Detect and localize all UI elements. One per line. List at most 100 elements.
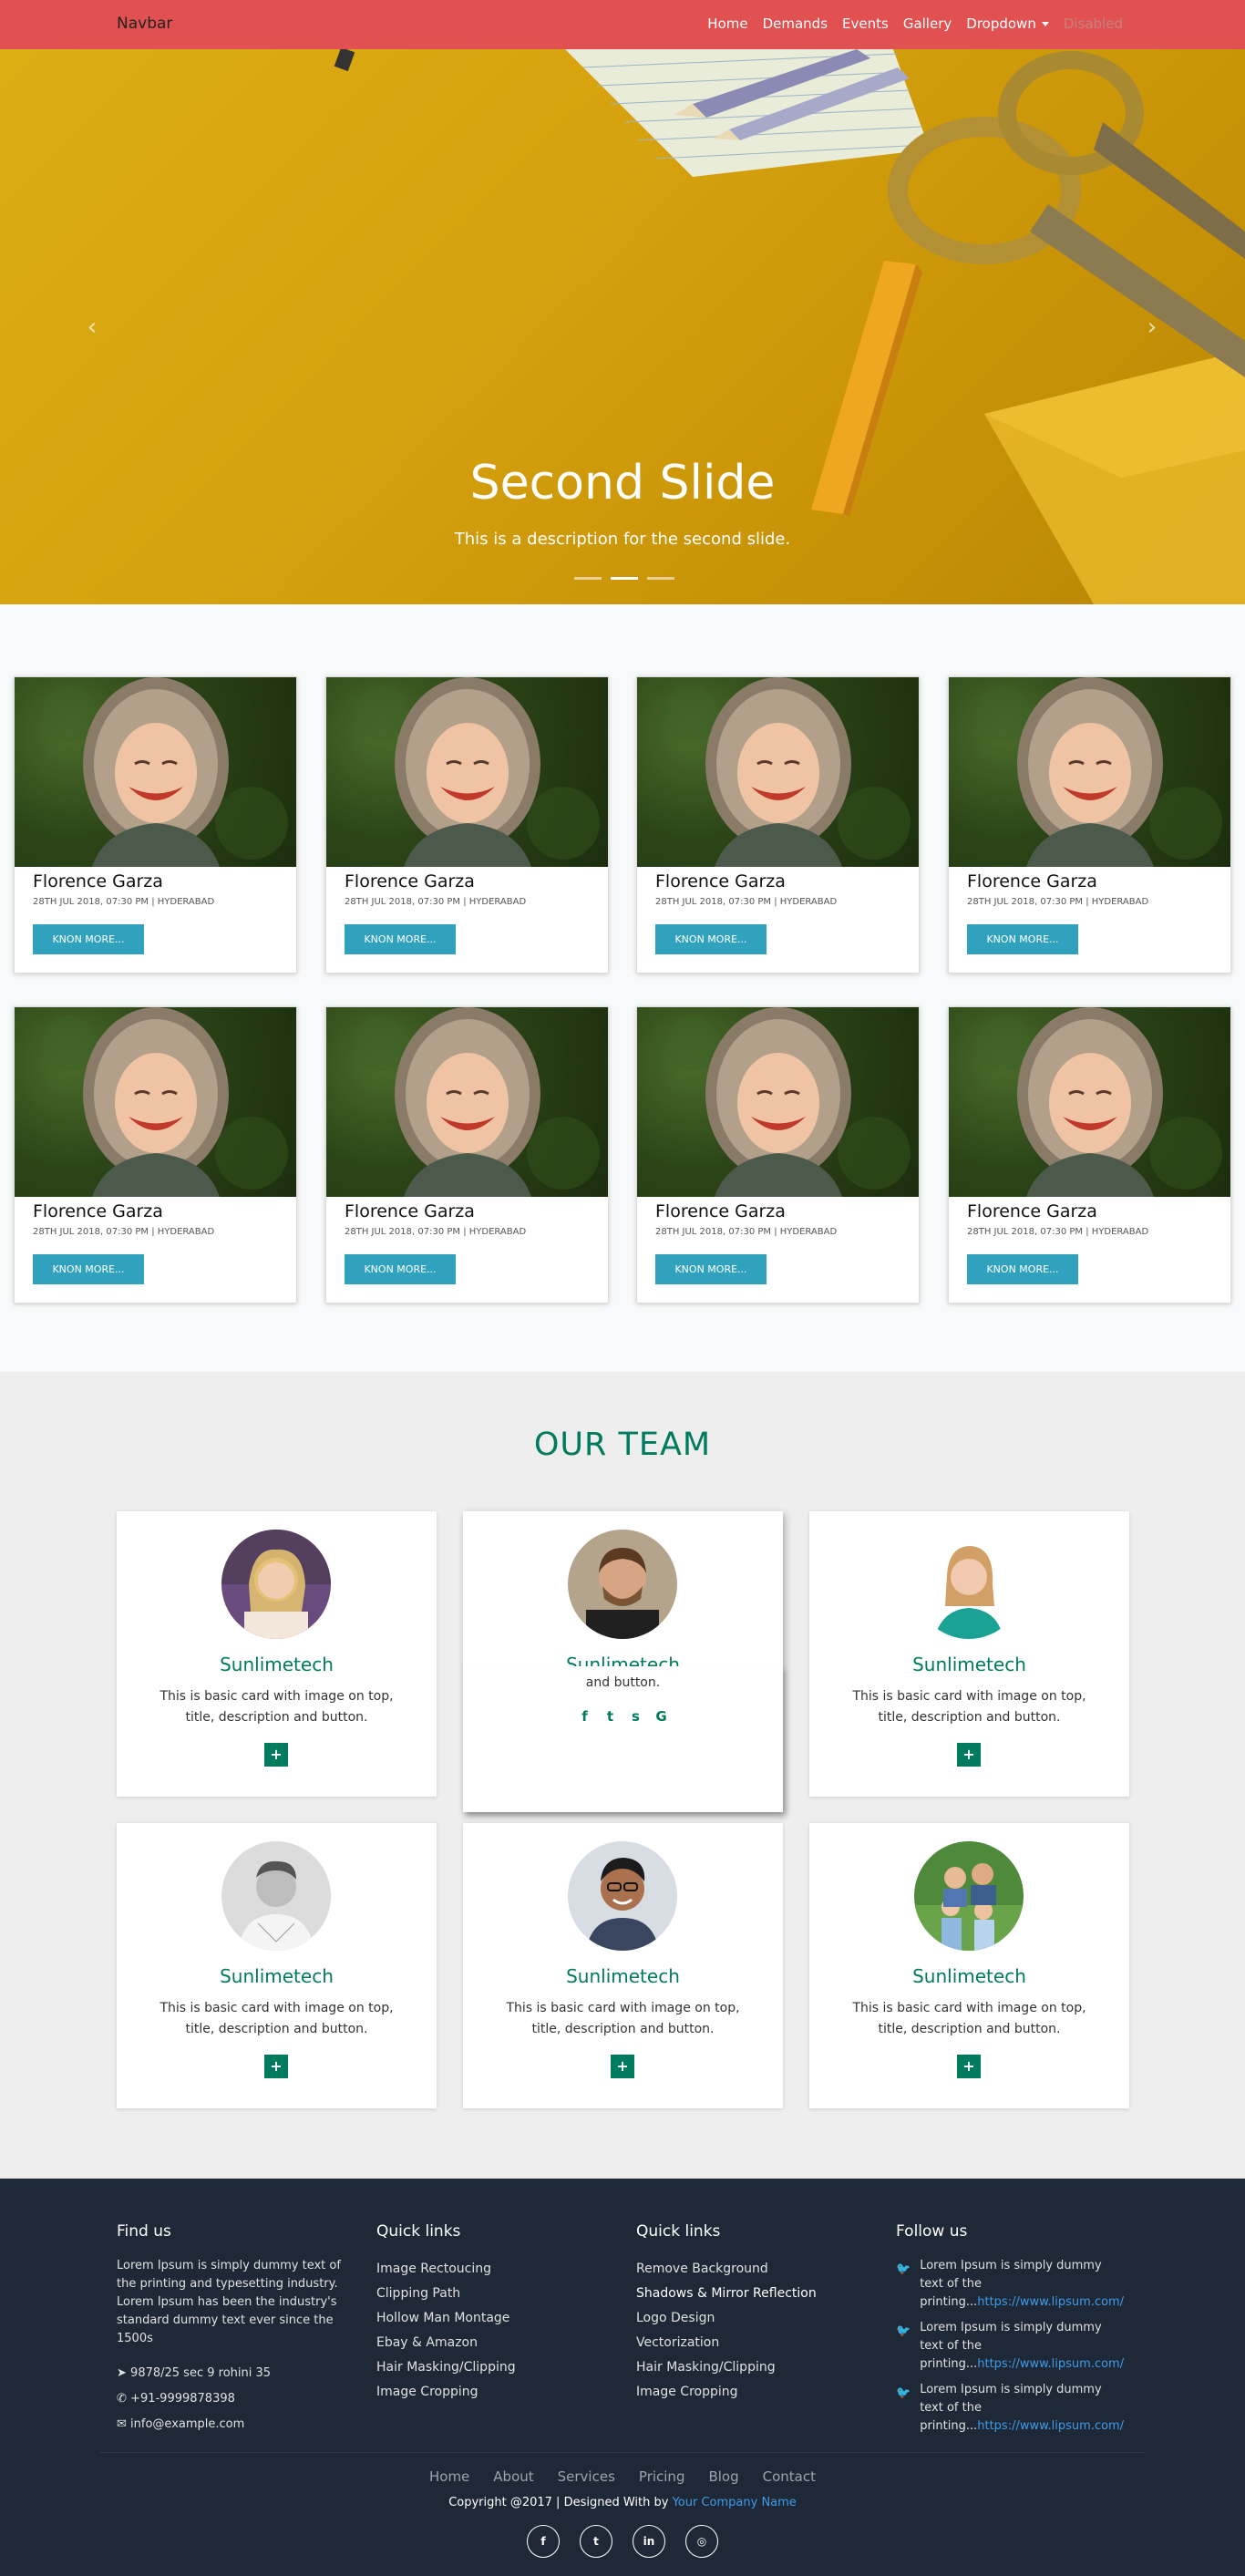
tweet-body: Lorem Ipsum is simply dummy text of the …: [920, 2257, 1128, 2312]
facebook-icon[interactable]: f: [527, 2525, 560, 2558]
know-more-button[interactable]: KNON MORE...: [345, 924, 456, 954]
member-photo: [568, 1841, 677, 1951]
footer-quick-links-1: Quick links Image Rectoucing Clipping Pa…: [376, 2222, 613, 2405]
know-more-button[interactable]: KNON MORE...: [33, 924, 144, 954]
plus-button[interactable]: +: [957, 2055, 981, 2078]
nav-link-home[interactable]: Home: [707, 15, 747, 32]
member-description-tail: and button.: [585, 1675, 661, 1690]
member-description: This is basic card with image on top, ti…: [159, 2001, 394, 2036]
footer-link[interactable]: Hair Masking/Clipping: [636, 2355, 873, 2380]
tweet-link[interactable]: https://www.lipsum.com/: [977, 2295, 1124, 2309]
plus-button[interactable]: +: [957, 1743, 981, 1767]
event-photo: [326, 1007, 608, 1197]
footer-link[interactable]: Hair Masking/Clipping: [376, 2355, 613, 2380]
carousel-indicator[interactable]: [574, 577, 602, 580]
carousel-indicator[interactable]: [647, 577, 674, 580]
carousel-next-button[interactable]: ›: [1144, 314, 1160, 341]
events-section: Florence Garza 28TH JUL 2018, 07:30 PM | …: [0, 604, 1245, 1372]
linkedin-icon[interactable]: in: [633, 2525, 665, 2558]
twitter-icon: 🐦: [896, 2386, 911, 2400]
footer-link[interactable]: Remove Background: [636, 2257, 873, 2282]
footer-nav-services[interactable]: Services: [558, 2468, 615, 2485]
twitter-icon: 🐦: [896, 2262, 911, 2276]
tweet-body: Lorem Ipsum is simply dummy text of the …: [920, 2381, 1128, 2436]
footer-divider: [100, 2452, 1145, 2453]
footer-link[interactable]: Image Cropping: [376, 2380, 613, 2405]
footer-nav-blog[interactable]: Blog: [708, 2468, 738, 2485]
event-name: Florence Garza: [33, 871, 163, 891]
know-more-button[interactable]: KNON MORE...: [33, 1254, 144, 1284]
instagram-icon[interactable]: ◎: [685, 2525, 718, 2558]
event-photo: [15, 677, 296, 867]
paper-plane-icon: ➤: [117, 2366, 127, 2380]
event-photo: [637, 677, 919, 867]
facebook-icon[interactable]: f: [577, 1708, 593, 1725]
envelope-icon: ✉: [117, 2417, 127, 2431]
footer-nav-about[interactable]: About: [493, 2468, 533, 2485]
footer-nav-home[interactable]: Home: [429, 2468, 469, 2485]
footer-nav: Home About Services Pricing Blog Contact: [0, 2468, 1245, 2485]
slide-description: This is a description for the second sli…: [454, 530, 791, 549]
phone-icon: ✆: [117, 2392, 127, 2406]
nav-link-events[interactable]: Events: [842, 15, 889, 32]
tweet: 🐦 Lorem Ipsum is simply dummy text of the…: [896, 2319, 1128, 2374]
company-link[interactable]: Your Company Name: [673, 2496, 797, 2509]
nav-dropdown[interactable]: Dropdown: [966, 15, 1049, 32]
event-meta: 28TH JUL 2018, 07:30 PM | HYDERABAD: [33, 1227, 215, 1237]
event-photo: [637, 1007, 919, 1197]
event-card: Florence Garza 28TH JUL 2018, 07:30 PM | …: [948, 676, 1231, 974]
nav-link-demands[interactable]: Demands: [763, 15, 828, 32]
carousel-indicator-active[interactable]: [611, 577, 638, 580]
know-more-button[interactable]: KNON MORE...: [967, 1254, 1078, 1284]
footer-link[interactable]: Image Rectoucing: [376, 2257, 613, 2282]
nav-links: Home Demands Events Gallery Dropdown Dis…: [707, 15, 1123, 32]
event-meta: 28TH JUL 2018, 07:30 PM | HYDERABAD: [345, 1227, 527, 1237]
member-description: This is basic card with image on top, ti…: [852, 1689, 1086, 1725]
know-more-button[interactable]: KNON MORE...: [655, 1254, 767, 1284]
team-title: OUR TEAM: [533, 1427, 712, 1463]
member-description: This is basic card with image on top, ti…: [852, 2001, 1086, 2036]
footer-link[interactable]: Shadows & Mirror Reflection: [636, 2282, 873, 2306]
email[interactable]: info@example.com: [130, 2417, 244, 2431]
tweet-link[interactable]: https://www.lipsum.com/: [977, 2357, 1124, 2371]
member-name: Sunlimetech: [566, 1965, 680, 1987]
copyright: Copyright @2017 | Designed With by Your …: [0, 2496, 1245, 2509]
event-meta: 28TH JUL 2018, 07:30 PM | HYDERABAD: [967, 897, 1149, 907]
footer-heading: Quick links: [636, 2222, 721, 2241]
plus-icon: +: [962, 1746, 975, 1763]
footer-link[interactable]: Ebay & Amazon: [376, 2331, 613, 2355]
google-icon[interactable]: G: [653, 1708, 670, 1725]
team-card: Sunlimetech This is basic card with imag…: [809, 1511, 1129, 1797]
plus-icon: +: [616, 2057, 629, 2075]
navbar-brand[interactable]: Navbar: [117, 15, 172, 33]
event-meta: 28TH JUL 2018, 07:30 PM | HYDERABAD: [33, 897, 215, 907]
footer-quick-links-2: Quick links Remove Background Shadows & …: [636, 2222, 873, 2405]
footer-link[interactable]: Hollow Man Montage: [376, 2306, 613, 2331]
know-more-button[interactable]: KNON MORE...: [655, 924, 767, 954]
know-more-button[interactable]: KNON MORE...: [967, 924, 1078, 954]
know-more-button[interactable]: KNON MORE...: [345, 1254, 456, 1284]
nav-dropdown-label: Dropdown: [966, 15, 1036, 32]
nav-link-gallery[interactable]: Gallery: [903, 15, 952, 32]
footer-heading: Quick links: [376, 2222, 461, 2241]
twitter-icon[interactable]: t: [580, 2525, 612, 2558]
twitter-icon[interactable]: t: [602, 1708, 619, 1725]
skype-icon[interactable]: s: [628, 1708, 644, 1725]
plus-button[interactable]: +: [611, 2055, 634, 2078]
tweet-link[interactable]: https://www.lipsum.com/: [977, 2419, 1124, 2433]
slide-title: Second Slide: [469, 456, 776, 510]
plus-button[interactable]: +: [264, 1743, 288, 1767]
carousel-prev-button[interactable]: ‹: [84, 314, 100, 341]
footer-nav-pricing[interactable]: Pricing: [639, 2468, 685, 2485]
plus-icon: +: [270, 2057, 283, 2075]
footer-link[interactable]: Vectorization: [636, 2331, 873, 2355]
plus-button[interactable]: +: [264, 2055, 288, 2078]
footer-link[interactable]: Clipping Path: [376, 2282, 613, 2306]
footer-link[interactable]: Logo Design: [636, 2306, 873, 2331]
event-card: Florence Garza 28TH JUL 2018, 07:30 PM | …: [325, 676, 609, 974]
footer-nav-contact[interactable]: Contact: [763, 2468, 816, 2485]
tweet: 🐦 Lorem Ipsum is simply dummy text of the…: [896, 2257, 1128, 2312]
caret-down-icon: [1041, 22, 1049, 26]
address-line: ➤ 9878/25 sec 9 rohini 35: [117, 2361, 345, 2386]
footer-link[interactable]: Image Cropping: [636, 2380, 873, 2405]
